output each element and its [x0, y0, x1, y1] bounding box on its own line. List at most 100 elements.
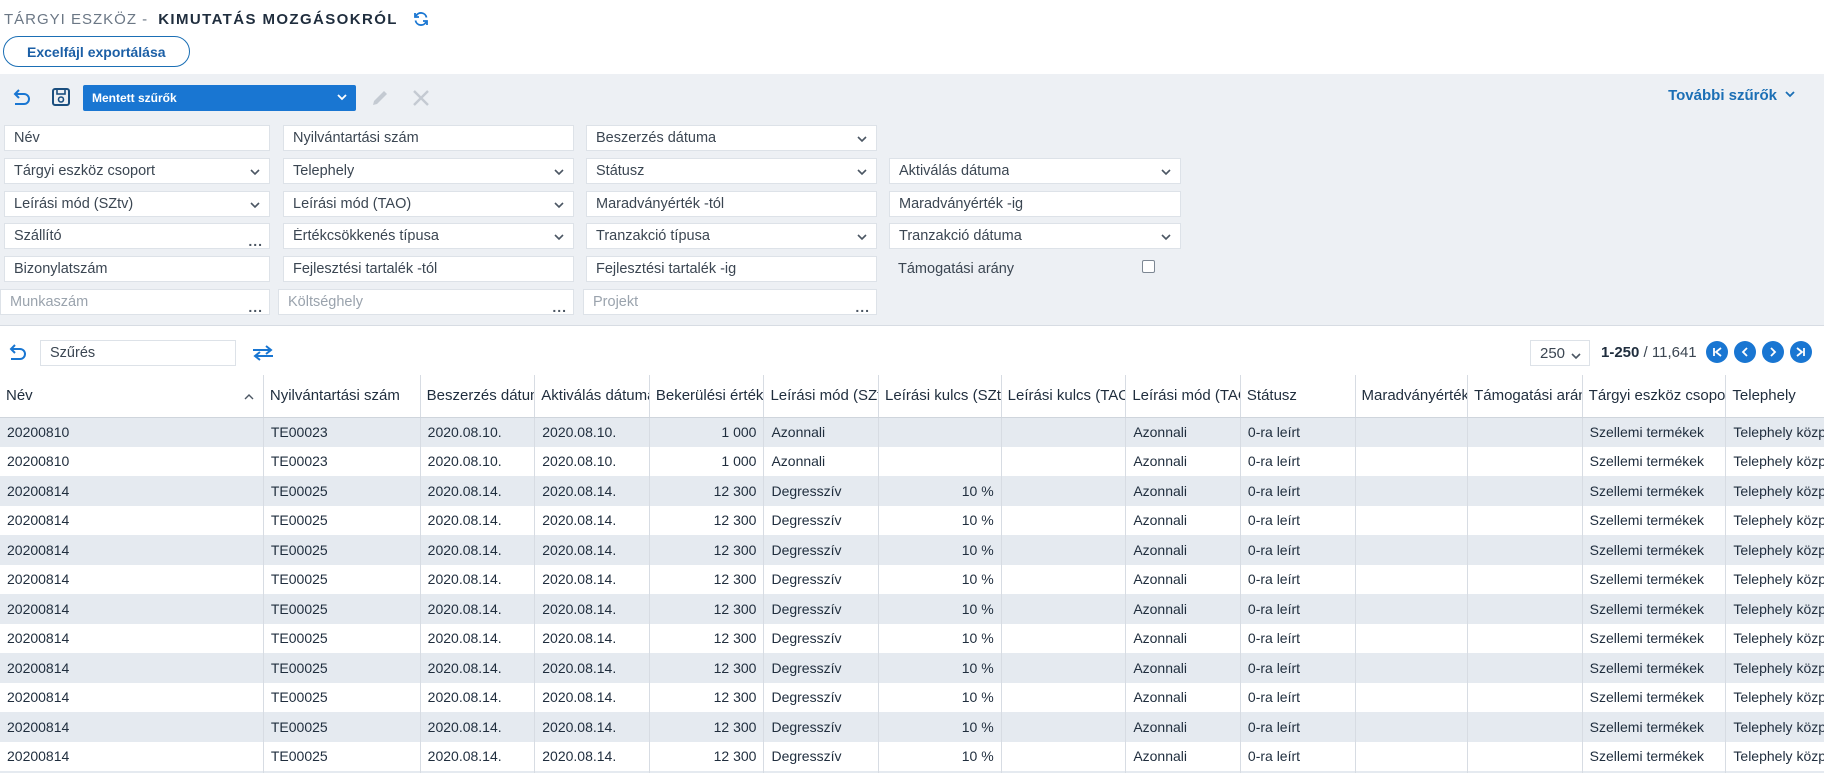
table-cell: 0-ra leírt: [1240, 623, 1356, 653]
dots-icon[interactable]: ...: [552, 300, 567, 314]
table-cell: 10 %: [878, 564, 1002, 594]
filter-projekt[interactable]: Projekt...: [583, 289, 877, 315]
filter-bizonylatszam[interactable]: Bizonylatszám: [4, 256, 270, 282]
filter-leirasi-mod-tao[interactable]: Leírási mód (TAO): [283, 191, 574, 217]
filter-beszerzes-datuma[interactable]: Beszerzés dátuma: [586, 125, 877, 151]
table-cell: 2020.08.14.: [534, 653, 650, 683]
filter-szallito[interactable]: Szállító...: [4, 223, 270, 249]
dots-icon[interactable]: ...: [248, 300, 263, 314]
export-excel-button[interactable]: Excelfájl exportálása: [3, 36, 190, 67]
table-cell: 10 %: [878, 594, 1002, 624]
table-cell: 10 %: [878, 653, 1002, 683]
table-cell: Szellemi termékek: [1582, 446, 1727, 476]
column-header[interactable]: Leírási mód (TAO): [1125, 375, 1241, 418]
saved-filters-select[interactable]: Mentett szűrők: [83, 85, 356, 111]
filter-tranzakcio-tipusa[interactable]: Tranzakció típusa: [586, 223, 877, 249]
filter-leirasi-mod-sztv[interactable]: Leírási mód (SZtv): [4, 191, 270, 217]
chevron-down-icon: [856, 133, 868, 149]
filter-ertekcsokkenes-tipusa[interactable]: Értékcsökkenés típusa: [283, 223, 574, 249]
table-cell: Telephely központ: [1725, 505, 1824, 535]
table-cell: 20200810: [0, 417, 264, 447]
table-row[interactable]: 20200814TE000252020.08.14.2020.08.14.12 …: [0, 564, 1824, 594]
column-header[interactable]: Aktiválás dátuma: [534, 375, 650, 418]
dots-icon[interactable]: ...: [248, 234, 263, 248]
table-cell: [1355, 564, 1469, 594]
table-cell: [1355, 535, 1469, 565]
column-header[interactable]: Tárgyi eszköz csoport: [1582, 375, 1727, 418]
table-row[interactable]: 20200814TE000252020.08.14.2020.08.14.12 …: [0, 505, 1824, 535]
filter-munkaszam[interactable]: Munkaszám...: [0, 289, 270, 315]
table-cell: Degresszív: [763, 594, 880, 624]
table-row[interactable]: 20200814TE000252020.08.14.2020.08.14.12 …: [0, 741, 1824, 771]
filter-tranzakcio-datuma[interactable]: Tranzakció dátuma: [889, 223, 1181, 249]
table-cell: Azonnali: [763, 446, 880, 476]
sort-asc-icon: [243, 390, 255, 407]
table-cell: Telephely központ: [1725, 623, 1824, 653]
column-header[interactable]: Maradványérték: [1355, 375, 1469, 418]
table-row[interactable]: 20200814TE000252020.08.14.2020.08.14.12 …: [0, 682, 1824, 712]
table-cell: Azonnali: [1125, 417, 1241, 447]
table-cell: Telephely központ: [1725, 712, 1824, 742]
column-header[interactable]: Leírási kulcs (SZtv): [878, 375, 1002, 418]
filter-nev[interactable]: Név: [4, 125, 270, 151]
filter-nyilvantartasi-szam[interactable]: Nyilvántartási szám: [283, 125, 574, 151]
table-cell: 20200814: [0, 535, 264, 565]
tamogatasi-arany-checkbox[interactable]: [1142, 260, 1155, 273]
table-row[interactable]: 20200814TE000252020.08.14.2020.08.14.12 …: [0, 594, 1824, 624]
table-row[interactable]: 20200814TE000252020.08.14.2020.08.14.12 …: [0, 653, 1824, 683]
table-cell: 0-ra leírt: [1240, 535, 1356, 565]
first-page-icon[interactable]: [1706, 341, 1728, 363]
filter-maradvanyertek-tol[interactable]: Maradványérték -tól: [586, 191, 877, 217]
column-header[interactable]: Leírási kulcs (TAO): [1001, 375, 1127, 418]
table-row[interactable]: 20200814TE000252020.08.14.2020.08.14.12 …: [0, 712, 1824, 742]
table-cell: 20200814: [0, 564, 264, 594]
column-header[interactable]: Támogatási arány: [1467, 375, 1583, 418]
table-row[interactable]: 20200814TE000252020.08.14.2020.08.14.12 …: [0, 476, 1824, 506]
column-header[interactable]: Bekerülési érték: [649, 375, 765, 418]
next-page-icon[interactable]: [1762, 341, 1784, 363]
dots-icon[interactable]: ...: [855, 300, 870, 314]
prev-page-icon[interactable]: [1734, 341, 1756, 363]
filter-aktivalas-datuma[interactable]: Aktiválás dátuma: [889, 158, 1181, 184]
filter-fejlesztesi-tartalek-tol[interactable]: Fejlesztési tartalék -tól: [283, 256, 574, 282]
page-size-select[interactable]: 250: [1530, 340, 1590, 366]
column-header[interactable]: Telephely: [1725, 375, 1824, 418]
table-row[interactable]: 20200810 TE00023 2020.08.10. 2020.08.10. 1 0…: [0, 446, 1824, 476]
filter-statusz[interactable]: Státusz: [586, 158, 877, 184]
last-page-icon[interactable]: [1790, 341, 1812, 363]
column-header[interactable]: Nyilvántartási szám: [263, 375, 421, 418]
reset-icon[interactable]: [10, 87, 32, 109]
filter-maradvanyertek-ig[interactable]: Maradványérték -ig: [889, 191, 1181, 217]
table-row[interactable]: 20200814TE000252020.08.14.2020.08.14.12 …: [0, 623, 1824, 653]
table-cell: [1355, 623, 1469, 653]
table-cell: 0-ra leírt: [1240, 476, 1356, 506]
table-cell: 10 %: [878, 712, 1002, 742]
table-cell: [1467, 712, 1583, 742]
filter-targyi-eszkoz-csoport[interactable]: Tárgyi eszköz csoport: [4, 158, 270, 184]
table-cell: Telephely központ: [1725, 741, 1824, 771]
table-cell: 2020.08.14.: [420, 712, 536, 742]
filter-fejlesztesi-tartalek-ig[interactable]: Fejlesztési tartalék -ig: [586, 256, 877, 282]
pencil-icon[interactable]: [369, 87, 391, 109]
grid-search-input[interactable]: [40, 340, 236, 366]
column-header[interactable]: Név: [0, 375, 264, 418]
reset-icon[interactable]: [6, 342, 28, 364]
more-filters-button[interactable]: További szűrők: [1668, 87, 1796, 104]
column-header[interactable]: Leírási mód (SZtv): [763, 375, 880, 418]
save-icon[interactable]: [50, 86, 72, 108]
column-header[interactable]: Státusz: [1240, 375, 1356, 418]
filter-telephely[interactable]: Telephely: [283, 158, 574, 184]
table-cell: TE00025: [263, 564, 421, 594]
table-cell: Azonnali: [1125, 682, 1241, 712]
table-row[interactable]: 20200814TE000252020.08.14.2020.08.14.12 …: [0, 535, 1824, 565]
column-header[interactable]: Beszerzés dátuma: [420, 375, 536, 418]
table-row[interactable]: 20200810 TE00023 2020.08.10. 2020.08.10. 1 0…: [0, 417, 1824, 447]
close-icon[interactable]: [410, 87, 432, 109]
table-cell: [878, 446, 1002, 476]
table-cell: 0-ra leírt: [1240, 741, 1356, 771]
swap-icon[interactable]: [250, 342, 276, 364]
table-cell: 2020.08.14.: [534, 594, 650, 624]
filter-koltseghely[interactable]: Költséghely...: [278, 289, 574, 315]
table-cell: 12 300: [649, 653, 765, 683]
refresh-icon[interactable]: [412, 10, 430, 28]
